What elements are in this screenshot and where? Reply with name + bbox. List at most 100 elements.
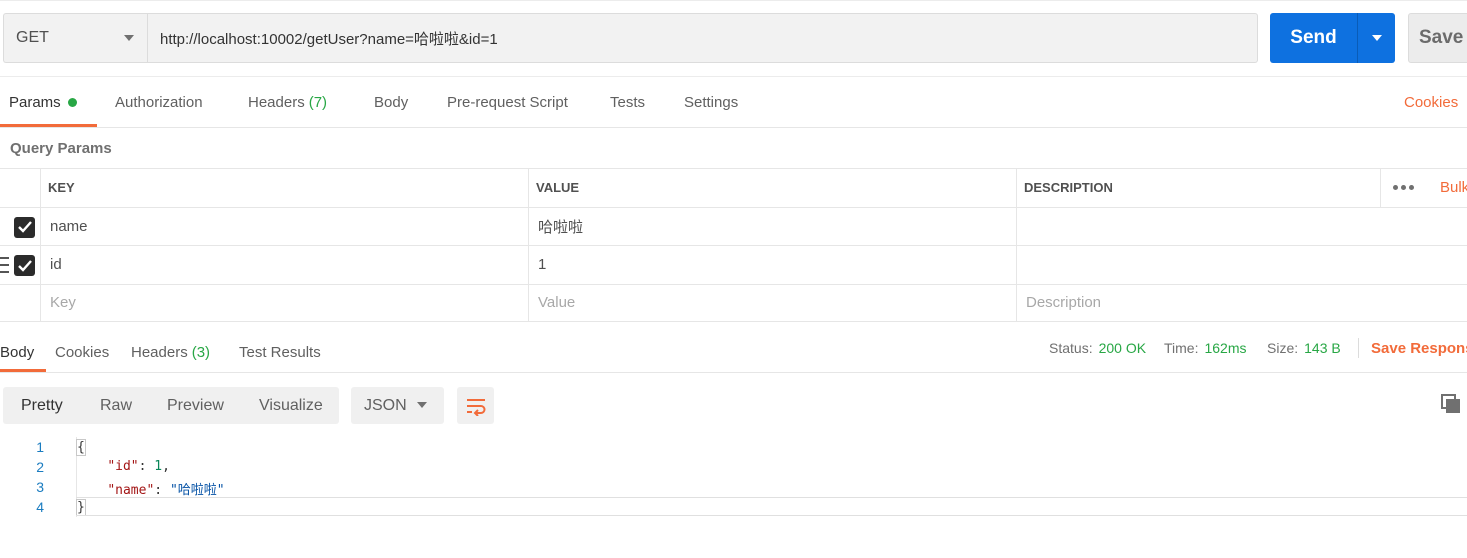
wrap-lines-icon xyxy=(466,398,485,416)
tab-label: Pre-request Script xyxy=(447,93,568,111)
code-line: 3 "name": "哈啦啦" xyxy=(0,477,1467,498)
url-input[interactable]: http://localhost:10002/getUser?name=哈啦啦&… xyxy=(147,13,1258,63)
request-tabs: Params Authorization Headers (7) Body Pr… xyxy=(0,77,1467,127)
format-tabs: Pretty Raw Preview Visualize xyxy=(3,387,339,424)
more-options-icon[interactable] xyxy=(1393,169,1414,207)
line-number: 1 xyxy=(36,439,44,455)
close-brace: } xyxy=(76,499,86,516)
code-line: 1 { xyxy=(0,437,1467,457)
language-label: JSON xyxy=(364,396,407,414)
line-number: 2 xyxy=(36,459,44,475)
save-button[interactable]: Save xyxy=(1408,13,1467,63)
size-info: Size: 143 B xyxy=(1267,332,1341,364)
column-header-value: VALUE xyxy=(536,180,580,196)
chevron-down-icon xyxy=(1371,35,1382,41)
divider xyxy=(76,497,1467,498)
save-response-button[interactable]: Save Respons xyxy=(1371,332,1467,364)
tab-label: Tests xyxy=(610,93,646,111)
new-key-input[interactable]: Key xyxy=(50,285,76,322)
send-label: Send xyxy=(1290,27,1337,48)
format-visualize[interactable]: Visualize xyxy=(259,387,323,424)
tab-response-cookies[interactable]: Cookies xyxy=(55,332,109,372)
response-body-editor[interactable]: 1 { 2 "id": 1, 3 "name": "哈啦啦" 4 } xyxy=(0,437,1467,517)
tab-params[interactable]: Params xyxy=(9,77,77,127)
code-text: { xyxy=(76,439,86,456)
column-header-description: DESCRIPTION xyxy=(1024,180,1113,196)
bulk-edit-link[interactable]: Bulk xyxy=(1440,169,1467,207)
divider xyxy=(0,127,1467,128)
open-brace: { xyxy=(76,439,86,456)
check-icon xyxy=(17,259,32,272)
language-select[interactable]: JSON xyxy=(351,387,444,424)
column-divider xyxy=(40,169,41,207)
time-info: Time: 162ms xyxy=(1164,332,1247,364)
tab-label: Settings xyxy=(684,93,739,111)
format-pretty[interactable]: Pretty xyxy=(21,387,63,424)
tab-response-body[interactable]: Body xyxy=(0,332,34,372)
active-dot-icon xyxy=(67,97,77,107)
copy-icon xyxy=(1441,394,1460,413)
tab-authorization[interactable]: Authorization xyxy=(115,77,203,127)
tab-response-headers[interactable]: Headers (3) xyxy=(131,332,210,372)
copy-button[interactable] xyxy=(1440,393,1464,417)
size-value[interactable]: 143 B xyxy=(1304,340,1341,356)
row-checkbox[interactable] xyxy=(14,216,35,238)
section-title: Query Params xyxy=(10,140,112,157)
query-params-table: KEY VALUE DESCRIPTION Bulk name 哈啦啦 id 1… xyxy=(0,168,1467,322)
param-key[interactable]: id xyxy=(50,246,62,284)
check-icon xyxy=(17,221,32,233)
param-value[interactable]: 哈啦啦 xyxy=(538,208,583,246)
param-key[interactable]: name xyxy=(50,208,88,246)
table-row: name 哈啦啦 xyxy=(0,206,1467,246)
wrap-lines-button[interactable] xyxy=(457,387,494,424)
time-label: Time: xyxy=(1164,340,1199,356)
tab-pre-request-script[interactable]: Pre-request Script xyxy=(447,77,568,127)
chevron-down-icon xyxy=(124,35,134,41)
format-raw[interactable]: Raw xyxy=(100,387,132,424)
tab-settings[interactable]: Settings xyxy=(684,77,738,127)
divider xyxy=(76,515,1467,516)
column-divider xyxy=(1016,169,1017,207)
param-value[interactable]: 1 xyxy=(538,246,546,284)
method-select[interactable]: GET xyxy=(3,13,147,63)
column-divider xyxy=(1016,207,1017,245)
time-value[interactable]: 162ms xyxy=(1204,340,1246,356)
tab-headers[interactable]: Headers (7) xyxy=(248,77,327,127)
tab-tests[interactable]: Tests xyxy=(610,77,645,127)
tab-label: Headers xyxy=(248,93,305,111)
tab-test-results[interactable]: Test Results xyxy=(239,332,321,372)
status-label: Status: xyxy=(1049,340,1093,356)
cookies-link[interactable]: Cookies xyxy=(1404,77,1458,127)
column-divider xyxy=(528,169,529,207)
drag-handle-icon[interactable] xyxy=(0,257,10,273)
column-divider xyxy=(528,284,529,321)
tab-label: Test Results xyxy=(239,343,321,361)
column-divider xyxy=(1380,169,1381,207)
code-text: "id": 1, xyxy=(107,459,170,474)
column-divider xyxy=(528,246,529,284)
tab-label: Body xyxy=(374,93,409,111)
code-text: } xyxy=(76,499,86,516)
new-value-input[interactable]: Value xyxy=(538,285,575,322)
tab-body[interactable]: Body xyxy=(374,77,408,127)
json-number: 1 xyxy=(154,459,163,474)
json-string: "哈啦啦" xyxy=(169,483,225,498)
code-line: 2 "id": 1, xyxy=(0,457,1467,477)
tab-label: Params xyxy=(9,93,61,111)
method-label: GET xyxy=(16,29,49,46)
new-description-input[interactable]: Description xyxy=(1026,285,1101,322)
headers-count: (3) xyxy=(191,343,211,361)
size-label: Size: xyxy=(1267,340,1299,356)
tab-label: Cookies xyxy=(55,343,110,361)
send-dropdown[interactable] xyxy=(1358,35,1395,41)
column-divider xyxy=(40,284,41,321)
divider xyxy=(1358,338,1359,358)
tab-label: Body xyxy=(0,343,35,361)
line-number: 3 xyxy=(36,479,44,495)
status-value[interactable]: 200 OK xyxy=(1099,340,1146,356)
tab-label: Authorization xyxy=(115,93,203,111)
row-checkbox[interactable] xyxy=(14,255,35,276)
format-preview[interactable]: Preview xyxy=(167,387,224,424)
table-header: KEY VALUE DESCRIPTION Bulk xyxy=(0,168,1467,207)
send-button[interactable]: Send xyxy=(1270,13,1395,63)
